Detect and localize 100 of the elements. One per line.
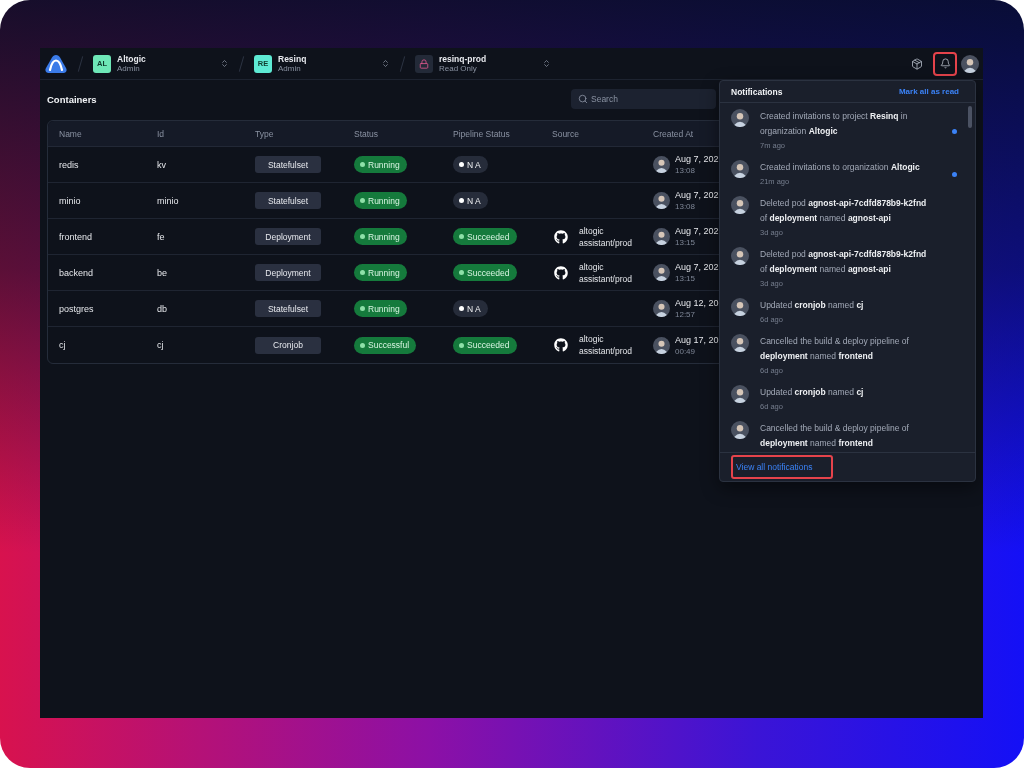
user-avatar <box>731 334 749 352</box>
creator-avatar <box>653 156 670 173</box>
created-time: 13:15 <box>675 273 697 284</box>
creator-avatar <box>653 228 670 245</box>
container-name: postgres <box>59 303 94 314</box>
role-label: Admin <box>278 63 301 74</box>
type-tag: Statefulset <box>255 192 321 209</box>
search-icon <box>578 94 588 104</box>
creator-avatar <box>653 336 670 354</box>
bell-icon <box>939 58 951 69</box>
column-header: Created At <box>653 128 694 139</box>
notification-message[interactable]: Cancelled the build & deploy pipeline of deployment named frontend <box>760 421 931 451</box>
lock-icon <box>415 54 433 73</box>
user-avatar <box>731 196 749 214</box>
environment-name: resinq-prod <box>439 53 488 64</box>
status-dot-icon <box>360 234 365 239</box>
pipeline-status-text: N A <box>467 195 481 206</box>
status-dot-icon <box>360 198 365 203</box>
container-name: frontend <box>59 231 93 242</box>
pipeline-status-dot-icon <box>459 342 464 348</box>
pipeline-status-dot-icon <box>459 270 464 275</box>
status-text: Running <box>368 231 400 242</box>
container-name: backend <box>59 267 94 278</box>
scrollbar-thumb[interactable] <box>968 106 972 128</box>
status-dot-icon <box>360 270 365 275</box>
user-avatar <box>731 298 749 316</box>
status-text: Successful <box>368 340 410 350</box>
pipeline-status-dot-icon <box>459 162 464 167</box>
created-time: 12:57 <box>675 309 697 320</box>
created-time: 13:08 <box>675 201 697 212</box>
status-dot-icon <box>360 342 365 348</box>
created-date: Aug 7, 202 <box>675 261 719 273</box>
type-tag: Cronjob <box>255 336 321 354</box>
environment-switcher[interactable]: resinq-prod Read Only <box>415 51 551 76</box>
created-time: 13:08 <box>675 165 697 176</box>
type-tag: Statefulset <box>255 156 321 173</box>
notification-message[interactable]: Updated cronjob named cj <box>760 385 931 400</box>
status-text: Running <box>368 195 400 206</box>
status-dot-icon <box>360 306 365 311</box>
notification-message[interactable]: Created invitations to project Resinq in organization Altogic <box>760 109 931 139</box>
column-header: Id <box>157 128 165 139</box>
page-title: Containers <box>47 93 97 105</box>
logo-icon[interactable] <box>44 53 68 74</box>
panel-title: Notifications <box>731 86 783 97</box>
created-time: 13:15 <box>675 237 697 248</box>
container-name: minio <box>59 195 81 206</box>
user-avatar[interactable] <box>961 54 979 73</box>
column-header: Source <box>552 128 579 139</box>
notification-message[interactable]: Updated cronjob named cj <box>760 298 931 313</box>
github-icon <box>554 338 568 352</box>
notification-message[interactable]: Deleted pod agnost-api-7cdfd878b9-k2fnd of deployment named agnost-api <box>760 196 931 226</box>
source-repo: altogic assistant/prod <box>579 333 633 357</box>
pipeline-status-dot-icon <box>459 306 464 311</box>
created-time: 00:49 <box>675 345 697 357</box>
container-name: redis <box>59 159 79 170</box>
creator-avatar <box>653 300 670 317</box>
pipeline-status-text: Succeeded <box>467 340 510 350</box>
column-header: Pipeline Status <box>453 128 510 139</box>
notification-message[interactable]: Deleted pod agnost-api-7cdfd878b9-k2fnd of deployment named agnost-api <box>760 247 931 277</box>
user-avatar <box>731 421 749 439</box>
status-dot-icon <box>360 162 365 167</box>
container-name: cj <box>59 340 66 350</box>
column-header: Type <box>255 128 274 139</box>
view-all-notifications-link[interactable]: View all notifications <box>731 455 834 479</box>
status-text: Running <box>368 159 400 170</box>
column-header: Name <box>59 128 82 139</box>
container-id: kv <box>157 159 166 170</box>
status-text: Running <box>368 267 400 278</box>
chevron-up-down-icon <box>381 59 390 68</box>
cube-icon[interactable] <box>911 57 923 70</box>
creator-avatar <box>653 192 670 209</box>
container-id: fe <box>157 231 165 242</box>
pipeline-status-dot-icon <box>459 198 464 203</box>
notifications-button[interactable] <box>933 51 957 76</box>
created-date: Aug 17, 20 <box>675 333 719 346</box>
chevron-up-down-icon <box>220 59 229 68</box>
project-name: Resinq <box>278 53 308 64</box>
user-avatar <box>731 385 749 403</box>
created-date: Aug 7, 202 <box>675 153 719 165</box>
created-date: Aug 12, 20 <box>675 297 719 309</box>
status-text: Running <box>368 303 400 314</box>
container-id: db <box>157 303 167 314</box>
github-icon <box>554 265 568 280</box>
role-label: Admin <box>117 63 140 74</box>
search-field[interactable]: Search <box>571 89 716 109</box>
creator-avatar <box>653 264 670 281</box>
created-date: Aug 7, 202 <box>675 225 719 237</box>
container-id: be <box>157 267 167 278</box>
pipeline-status-text: N A <box>467 303 481 314</box>
pipeline-status-text: Succeeded <box>467 231 510 242</box>
notification-message[interactable]: Cancelled the build & deploy pipeline of deployment named frontend <box>760 334 931 364</box>
mark-all-read-link[interactable]: Mark all as read <box>898 87 959 96</box>
pipeline-status-text: Succeeded <box>467 267 510 278</box>
source-repo: altogic assistant/prod <box>579 224 633 249</box>
container-id: cj <box>157 340 164 350</box>
pipeline-status-dot-icon <box>459 234 464 239</box>
user-avatar <box>731 247 749 265</box>
role-label: Read Only <box>439 63 477 74</box>
organization-name: Altogic <box>117 53 147 64</box>
notification-message[interactable]: Created invitations to organization Altogic <box>760 160 931 175</box>
